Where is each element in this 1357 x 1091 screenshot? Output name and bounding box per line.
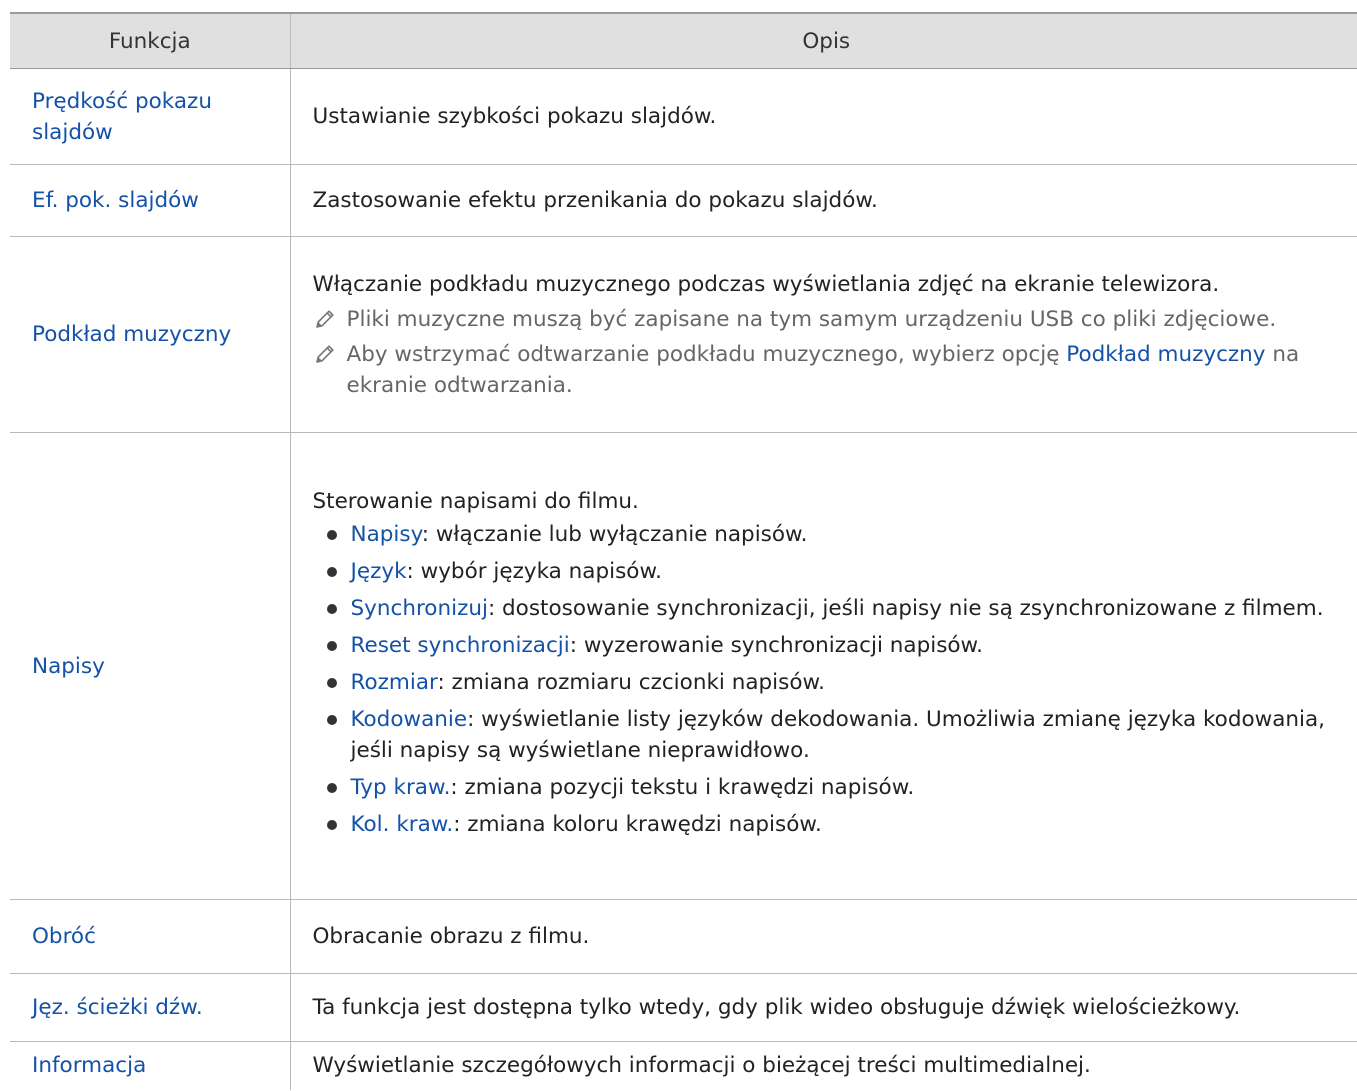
table-row: Ef. pok. slajdów Zastosowanie efektu prz… xyxy=(10,164,1357,237)
function-description: Obracanie obrazu z filmu. xyxy=(290,899,1357,974)
bullet-icon xyxy=(326,567,337,577)
option-keyword: Reset synchronizacji xyxy=(350,633,570,658)
function-name: Podkład muzyczny xyxy=(10,236,291,433)
function-name: Napisy xyxy=(10,432,291,900)
option-keyword: Kol. kraw. xyxy=(350,812,454,837)
function-description: Ta funkcja jest dostępna tylko wtedy, gd… xyxy=(290,973,1357,1042)
table-row: Prędkość pokazu slajdów Ustawianie szybk… xyxy=(10,68,1357,165)
list-item: Język: wybór języka napisów. xyxy=(313,556,1357,587)
option-keyword: Kodowanie xyxy=(350,707,468,732)
bullet-icon xyxy=(326,530,337,540)
function-description: Ustawianie szybkości pokazu slajdów. xyxy=(290,68,1357,165)
table-row: Jęz. ścieżki dźw. Ta funkcja jest dostęp… xyxy=(10,973,1357,1042)
function-description: Sterowanie napisami do filmu. xyxy=(312,489,639,514)
option-text: : wyzerowanie synchronizacji napisów. xyxy=(569,633,983,658)
table-row: Napisy Sterowanie napisami do filmu. Nap… xyxy=(10,432,1357,900)
subtitle-options-list: Napisy: włączanie lub wyłączanie napisów… xyxy=(313,519,1357,840)
function-name: Informacja xyxy=(10,1041,291,1090)
table-row: Podkład muzyczny Włączanie podkładu muzy… xyxy=(10,236,1357,433)
note: Pliki muzyczne muszą być zapisane na tym… xyxy=(313,304,1357,335)
note-text: Aby wstrzymać odtwarzanie podkładu muzyc… xyxy=(346,341,1067,367)
note-text: Pliki muzyczne muszą być zapisane na tym… xyxy=(346,306,1277,332)
option-keyword: Synchronizuj xyxy=(350,596,488,621)
bullet-icon xyxy=(326,783,337,793)
note-keyword: Podkład muzyczny xyxy=(1066,341,1266,367)
bullet-icon xyxy=(326,820,337,830)
list-item: Rozmiar: zmiana rozmiaru czcionki napisó… xyxy=(313,667,1357,698)
option-text: : dostosowanie synchronizacji, jeśli nap… xyxy=(487,596,1324,621)
list-item: Kol. kraw.: zmiana koloru krawędzi napis… xyxy=(313,809,1357,840)
list-item: Napisy: włączanie lub wyłączanie napisów… xyxy=(313,519,1357,550)
features-table: Funkcja Opis Prędkość pokazu slajdów Ust… xyxy=(10,12,1357,1090)
table-row: Obróć Obracanie obrazu z filmu. xyxy=(10,899,1357,974)
option-keyword: Język xyxy=(350,559,407,584)
function-description: Włączanie podkładu muzycznego podczas wy… xyxy=(312,271,1220,297)
pencil-icon xyxy=(315,344,334,363)
function-description: Zastosowanie efektu przenikania do pokaz… xyxy=(290,164,1357,237)
table-row: Informacja Wyświetlanie szczegółowych in… xyxy=(10,1041,1357,1090)
option-text: : zmiana koloru krawędzi napisów. xyxy=(453,812,822,837)
option-text: : zmiana rozmiaru czcionki napisów. xyxy=(437,670,825,695)
option-text: : włączanie lub wyłączanie napisów. xyxy=(421,522,808,547)
bullet-icon xyxy=(326,641,337,651)
function-name: Prędkość pokazu slajdów xyxy=(10,68,291,165)
option-keyword: Napisy xyxy=(350,522,422,547)
option-text: : wybór języka napisów. xyxy=(406,559,662,584)
list-item: Synchronizuj: dostosowanie synchronizacj… xyxy=(313,593,1357,624)
function-name: Obróć xyxy=(10,899,291,974)
option-keyword: Typ kraw. xyxy=(350,775,451,800)
function-description-cell: Sterowanie napisami do filmu. Napisy: wł… xyxy=(290,432,1357,900)
bullet-icon xyxy=(326,604,337,614)
list-item: Typ kraw.: zmiana pozycji tekstu i krawę… xyxy=(313,772,1357,803)
option-text: : wyświetlanie listy języków dekodowania… xyxy=(350,707,1326,763)
header-opis: Opis xyxy=(290,12,1357,69)
table-header-row: Funkcja Opis xyxy=(10,12,1357,69)
bullet-icon xyxy=(326,678,337,688)
header-funkcja: Funkcja xyxy=(10,12,291,69)
function-name: Jęz. ścieżki dźw. xyxy=(10,973,291,1042)
function-description-cell: Włączanie podkładu muzycznego podczas wy… xyxy=(290,236,1357,433)
option-keyword: Rozmiar xyxy=(350,670,438,695)
function-description: Wyświetlanie szczegółowych informacji o … xyxy=(312,1053,1091,1079)
function-name: Ef. pok. slajdów xyxy=(10,164,291,237)
pencil-icon xyxy=(315,309,334,328)
bullet-icon xyxy=(326,715,337,725)
option-text: : zmiana pozycji tekstu i krawędzi napis… xyxy=(450,775,915,800)
list-item: Kodowanie: wyświetlanie listy języków de… xyxy=(313,704,1357,766)
note: Aby wstrzymać odtwarzanie podkładu muzyc… xyxy=(313,339,1357,401)
list-item: Reset synchronizacji: wyzerowanie synchr… xyxy=(313,630,1357,661)
